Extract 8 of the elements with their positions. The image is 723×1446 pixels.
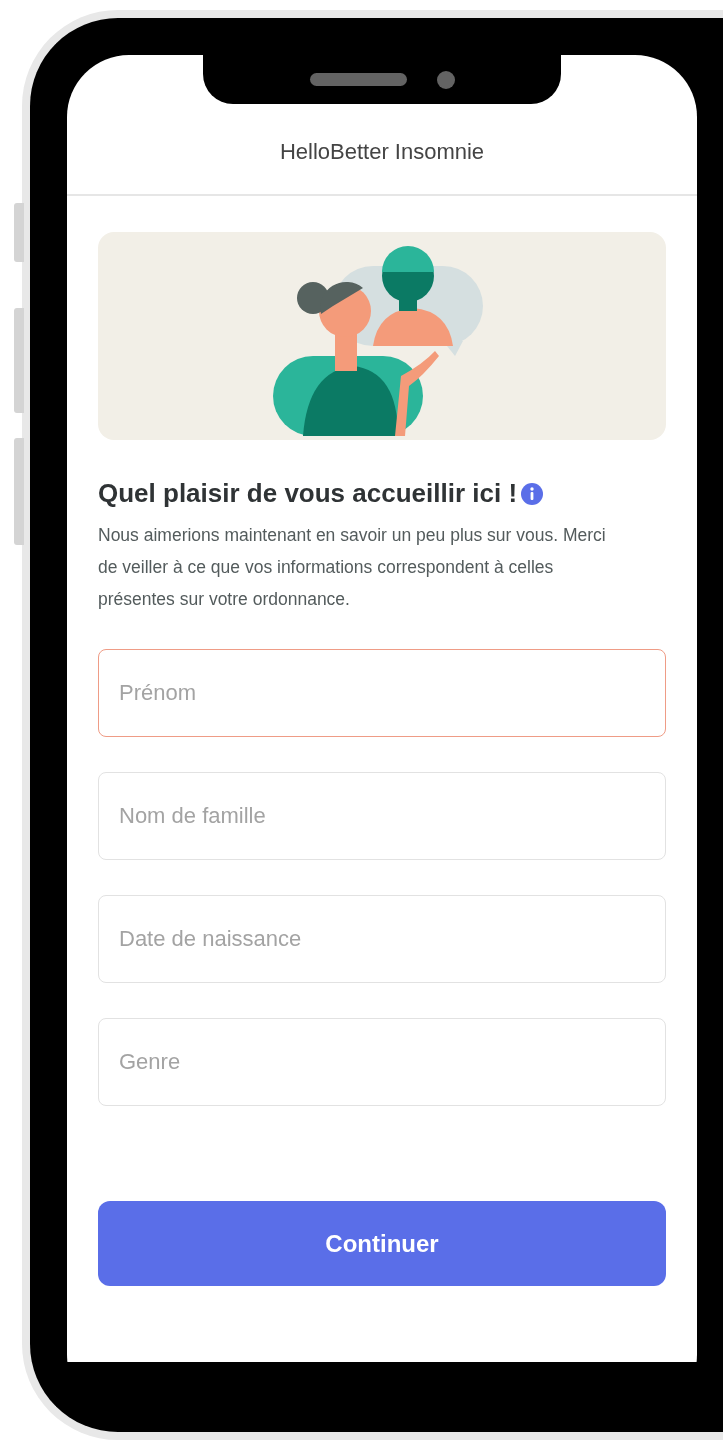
info-icon[interactable] bbox=[521, 482, 544, 505]
app-title: HelloBetter Insomnie bbox=[279, 139, 485, 165]
welcome-heading: Quel plaisir de vous accueillir ici ! bbox=[98, 478, 518, 509]
input-field[interactable]: Prénom bbox=[98, 649, 666, 737]
intro-paragraph: Nous aimerions maintenant en savoir un peu plus sur vous. Merci de veiller à ce que vos informations correspondent à celles présentes sur votre ordonnance. bbox=[98, 524, 607, 611]
speaker-icon bbox=[309, 73, 407, 86]
camera-icon bbox=[436, 70, 455, 89]
continue-button[interactable]: Continuer bbox=[98, 1201, 666, 1286]
